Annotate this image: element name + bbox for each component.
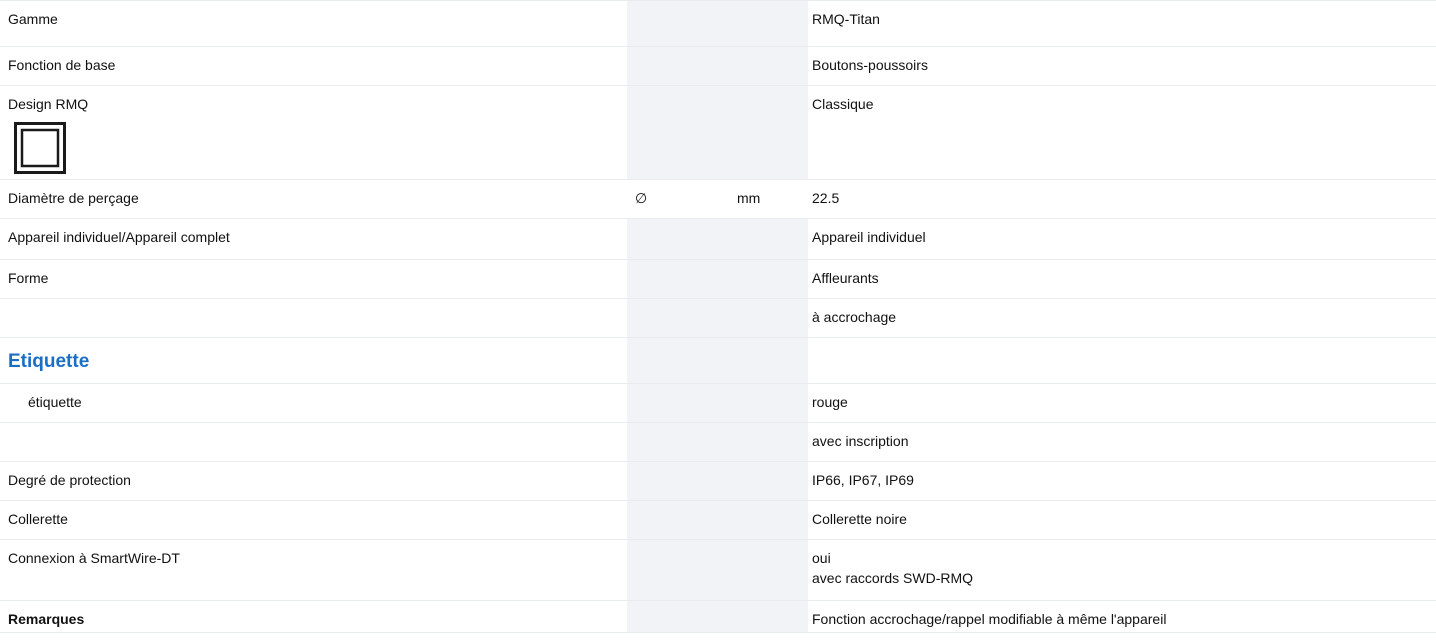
spec-symbol-cell [627,422,733,462]
spec-value: Affleurants [812,270,879,286]
spec-symbol-cell [627,539,733,601]
spec-label: Appareil individuel/Appareil complet [8,229,230,245]
diameter-symbol: ∅ [635,190,648,206]
spec-row-remarques: Remarques Fonction accrochage/rappel mod… [0,600,1436,633]
spec-value: oui [812,550,831,566]
spec-row-gamme: Gamme RMQ-Titan [0,0,1436,47]
spec-row-fonction-de-base: Fonction de base Boutons-poussoirs [0,46,1436,86]
spec-symbol-cell [627,298,733,338]
spec-label: Degré de protection [8,472,131,488]
spec-unit-cell [733,461,808,501]
spec-value: Appareil individuel [812,229,926,245]
spec-row-smartwire: Connexion à SmartWire-DT oui avec raccor… [0,539,1436,601]
spec-unit-cell [733,218,808,260]
spec-row-forme-continued: à accrochage [0,298,1436,338]
spec-label [8,423,627,431]
spec-symbol-cell [627,461,733,501]
spec-value: Collerette noire [812,511,907,527]
spec-value: à accrochage [812,309,897,325]
spec-row-etiquette: étiquette rouge [0,383,1436,423]
spec-label [8,299,627,307]
spec-unit-cell [733,85,808,180]
spec-value: avec inscription [812,433,909,449]
spec-symbol-cell [627,0,733,47]
spec-symbol-cell [627,218,733,260]
spec-row-design-rmq: Design RMQ Classique [0,85,1436,180]
spec-symbol-cell [627,337,733,384]
spec-label: Collerette [8,511,68,527]
spec-row-degre-de-protection: Degré de protection IP66, IP67, IP69 [0,461,1436,501]
spec-row-forme: Forme Affleurants [0,259,1436,299]
spec-unit-cell [733,259,808,299]
specification-table: Gamme RMQ-Titan Fonction de base Boutons… [0,0,1436,633]
spec-symbol-cell [627,46,733,86]
spec-unit-cell [733,600,808,633]
spec-unit-cell [733,539,808,601]
square-button-design-icon [14,122,66,174]
spec-symbol-cell [627,600,733,633]
spec-row-collerette: Collerette Collerette noire [0,500,1436,540]
spec-label: Forme [8,270,49,286]
spec-label: Diamètre de perçage [8,190,139,206]
section-heading: Etiquette [8,351,90,372]
spec-label: Remarques [8,611,85,627]
spec-section-etiquette: Etiquette [0,337,1436,384]
spec-row-appareil: Appareil individuel/Appareil complet App… [0,218,1436,260]
spec-label: étiquette [28,394,82,410]
spec-unit-cell [733,422,808,462]
spec-label: Design RMQ [8,96,89,112]
spec-unit-cell [733,46,808,86]
spec-value: Fonction accrochage/rappel modifiable à … [812,611,1167,627]
spec-unit-cell [733,337,808,384]
spec-label: Connexion à SmartWire-DT [8,550,180,566]
spec-label: Gamme [8,11,58,27]
spec-row-diametre-de-percage: Diamètre de perçage ∅ mm 22.5 [0,179,1436,219]
spec-value: RMQ-Titan [812,11,880,27]
spec-row-etiquette-continued: avec inscription [0,422,1436,462]
spec-value: rouge [812,394,848,410]
spec-symbol-cell [627,500,733,540]
spec-value-line2: avec raccords SWD-RMQ [812,570,974,586]
spec-value: 22.5 [812,190,840,206]
spec-label: Fonction de base [8,57,116,73]
spec-value: IP66, IP67, IP69 [812,472,914,488]
spec-symbol-cell [627,383,733,423]
spec-unit-cell [733,383,808,423]
spec-value: Classique [812,96,874,112]
spec-unit-cell [733,298,808,338]
unit-label: mm [737,190,761,206]
spec-symbol-cell [627,259,733,299]
spec-unit-cell [733,500,808,540]
spec-value [808,338,1436,346]
spec-value: Boutons-poussoirs [812,57,928,73]
spec-symbol-cell [627,85,733,180]
spec-unit-cell [733,0,808,47]
